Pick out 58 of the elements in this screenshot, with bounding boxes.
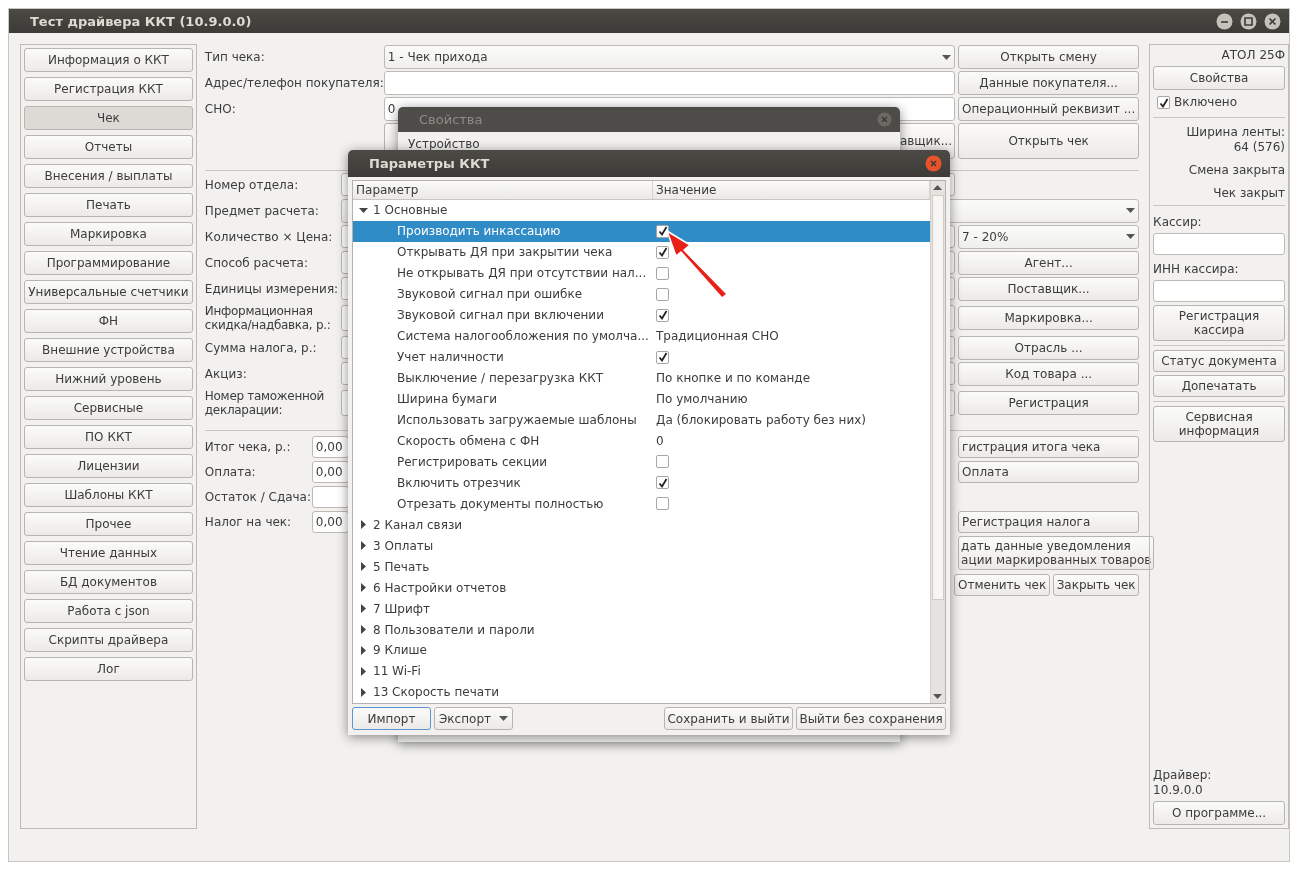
parameter-name: Скорость обмена с ФН bbox=[397, 433, 540, 448]
parameter-name: Выключение / перезагрузка ККТ bbox=[397, 371, 604, 386]
tree-group-label: 13 Скорость печати bbox=[373, 685, 499, 700]
field-label: Адрес/телефон покупателя: bbox=[204, 76, 381, 90]
checkbox-label: Включено bbox=[1174, 95, 1238, 110]
tree-group-label: 8 Пользователи и пароли bbox=[373, 622, 535, 637]
parameter-value: Традиционная СНО bbox=[656, 329, 779, 344]
parameter-name: Регистрировать секции bbox=[397, 454, 547, 469]
parameter-name: Звуковой сигнал при ошибке bbox=[397, 287, 583, 302]
parameter-name: Звуковой сигнал при включении bbox=[397, 308, 604, 323]
tree-group-label: 11 Wi-Fi bbox=[373, 664, 421, 679]
parameter-name: Ширина бумаги bbox=[397, 392, 498, 407]
driver-version: Драйвер: 10.9.0.0 bbox=[1153, 768, 1213, 798]
shift-status: Смена закрыта bbox=[1187, 162, 1285, 178]
tree-group-label: 3 Оплаты bbox=[373, 538, 434, 553]
tree-group-label: 9 Клише bbox=[373, 643, 427, 658]
dialog-title: Свойства bbox=[419, 112, 483, 127]
parameter-value: Да (блокировать работу без них) bbox=[656, 413, 866, 427]
field-label: Информационная скидка/надбавка, р.: bbox=[204, 304, 332, 332]
parameter-name: Не открывать ДЯ при отсутствии нал... bbox=[397, 266, 647, 281]
tape-width-text: Ширина ленты: 64 (576) bbox=[1185, 125, 1285, 155]
field-label: СНО: bbox=[204, 102, 237, 116]
field-label: Кассир: bbox=[1153, 215, 1203, 230]
dialog-title: Параметры ККТ bbox=[369, 156, 490, 171]
receipt-status: Чек закрыт bbox=[1212, 185, 1285, 201]
tree-group-label: 6 Настройки отчетов bbox=[373, 580, 507, 595]
field-label: Номер таможенной декларации: bbox=[204, 389, 326, 417]
field-label: Сумма налога, р.: bbox=[204, 340, 318, 355]
window-title: Тест драйвера ККТ (10.9.0.0) bbox=[30, 13, 253, 29]
tree-group-label: 5 Печать bbox=[373, 559, 430, 574]
field-label: Итог чека, р.: bbox=[204, 440, 292, 454]
field-label: Единицы измерения: bbox=[204, 281, 338, 296]
section-label: Устройство bbox=[408, 137, 480, 151]
parameter-name: Использовать загружаемые шаблоны bbox=[397, 413, 637, 427]
tree-group-label: 1 Основные bbox=[373, 203, 448, 218]
field-label: ИНН кассира: bbox=[1153, 261, 1240, 277]
parameter-name: Отрезать документы полностью bbox=[397, 496, 604, 511]
parameter-name: Включить отрезчик bbox=[397, 475, 521, 490]
parameter-value: По кнопке и по команде bbox=[656, 371, 811, 386]
parameter-value: По умолчанию bbox=[656, 392, 748, 407]
field-label: Оплата: bbox=[204, 465, 257, 479]
tree-group-label: 2 Канал связи bbox=[373, 517, 463, 532]
field-value: 0 bbox=[387, 102, 396, 116]
field-label: Количество × Цена: bbox=[204, 229, 334, 244]
field-label: Номер отдела: bbox=[204, 177, 300, 192]
field-label: Тип чека: bbox=[204, 50, 266, 64]
field-label: Акциз: bbox=[204, 366, 248, 381]
parameter-name: Открывать ДЯ при закрытии чека bbox=[397, 245, 613, 260]
parameter-name: Учет наличности bbox=[397, 350, 504, 365]
field-label: Налог на чек: bbox=[204, 515, 293, 529]
parameter-name: Система налогообложения по умолча... bbox=[397, 329, 649, 344]
field-label: Способ расчета: bbox=[204, 255, 309, 270]
field-label: Предмет расчета: bbox=[204, 203, 320, 218]
tree-group-label: 7 Шрифт bbox=[373, 601, 430, 616]
parameter-name: Производить инкассацию bbox=[397, 224, 561, 239]
field-label: Остаток / Сдача: bbox=[204, 490, 309, 504]
parameter-value: 0 bbox=[656, 433, 664, 448]
device-model: АТОЛ 25Ф bbox=[1220, 48, 1285, 63]
